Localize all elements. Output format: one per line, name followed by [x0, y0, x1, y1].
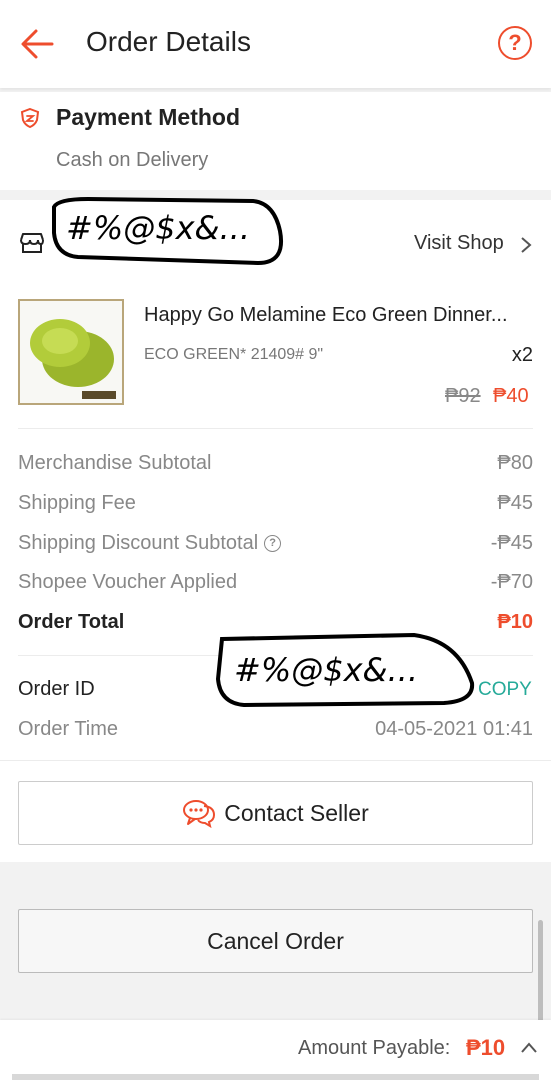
product-variation: ECO GREEN* 21409# 9" [144, 346, 324, 363]
summary-label-voucher: Shopee Voucher Applied [18, 571, 238, 593]
summary-label-shipping-discount: Shipping Discount Subtotal? [18, 532, 282, 555]
order-time-value: 04-05-2021 01:41 [375, 718, 533, 740]
order-total-label: Order Total [18, 611, 125, 633]
order-total-value: ₱10 [497, 611, 533, 633]
chevron-right-icon[interactable] [520, 236, 532, 254]
page-title: Order Details [86, 26, 251, 57]
chat-bubble-icon [183, 800, 216, 828]
redaction-scribble: #%@$x&... [215, 632, 475, 708]
original-price: ₱92 [445, 385, 481, 407]
contact-seller-label: Contact Seller [224, 799, 369, 826]
amount-payable-value: ₱10 [466, 1035, 506, 1060]
help-icon[interactable]: ? [498, 26, 532, 60]
discounted-price: ₱40 [493, 385, 529, 407]
question-icon[interactable]: ? [264, 535, 282, 552]
back-arrow-icon[interactable] [18, 26, 58, 62]
summary-value-shipping-fee: ₱45 [497, 492, 533, 514]
divider [18, 428, 533, 429]
amount-payable-label: Amount Payable: [298, 1037, 451, 1059]
payment-method-value: Cash on Delivery [56, 149, 209, 171]
copy-button[interactable]: COPY [478, 679, 532, 701]
chevron-up-icon[interactable] [520, 1040, 538, 1054]
shop-icon [20, 233, 44, 253]
shipping-discount-label: Shipping Discount Subtotal [18, 532, 259, 554]
header-bar: Order Details ? [0, 0, 551, 88]
contact-seller-button[interactable]: Contact Seller [18, 781, 533, 845]
redacted-shop-name: #%@$x&... [66, 209, 250, 247]
redaction-scribble: #%@$x&... [52, 196, 283, 266]
order-time-label: Order Time [18, 718, 119, 740]
summary-value-merchandise-subtotal: ₱80 [497, 452, 533, 474]
home-indicator [12, 1074, 539, 1080]
cancel-order-button[interactable]: Cancel Order [18, 909, 533, 973]
plate-image [20, 301, 122, 403]
redacted-order-id: #%@$x&... [234, 651, 418, 689]
summary-label-shipping-fee: Shipping Fee [18, 492, 136, 514]
summary-value-voucher: -₱70 [490, 571, 533, 593]
order-id-label: Order ID [18, 678, 95, 700]
payment-method-title: Payment Method [56, 104, 241, 130]
divider [0, 760, 551, 761]
visit-shop-link[interactable]: Visit Shop [414, 232, 504, 255]
product-name[interactable]: Happy Go Melamine Eco Green Dinner... [144, 304, 534, 327]
summary-value-shipping-discount: -₱45 [490, 532, 533, 554]
product-image[interactable] [18, 299, 124, 405]
shield-icon [20, 108, 40, 128]
product-quantity: x2 [511, 344, 533, 366]
summary-label-merchandise-subtotal: Merchandise Subtotal [18, 452, 212, 474]
